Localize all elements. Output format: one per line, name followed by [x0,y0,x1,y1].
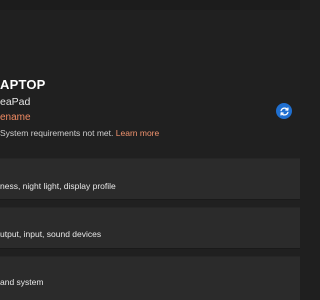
notifications-settings-description: and system [0,277,44,287]
learn-more-link[interactable]: Learn more [116,128,159,138]
requirements-notice: System requirements not met. Learn more [0,128,159,138]
title-bar-strip [0,0,300,10]
rename-link[interactable]: ename [0,112,31,123]
device-name: APTOP [0,77,46,92]
device-info-header: APTOP eaPad ename System requirements no… [0,10,300,150]
device-model: eaPad [0,96,31,108]
refresh-icon[interactable] [276,103,292,119]
display-settings-description: ness, night light, display profile [0,181,116,191]
settings-window: APTOP eaPad ename System requirements no… [0,0,300,300]
sound-settings-card[interactable]: utput, input, sound devices [0,207,300,249]
notifications-settings-card[interactable]: and system [0,256,300,300]
display-settings-card[interactable]: ness, night light, display profile [0,158,300,200]
requirements-text: System requirements not met. [0,128,114,138]
sound-settings-description: utput, input, sound devices [0,229,102,239]
